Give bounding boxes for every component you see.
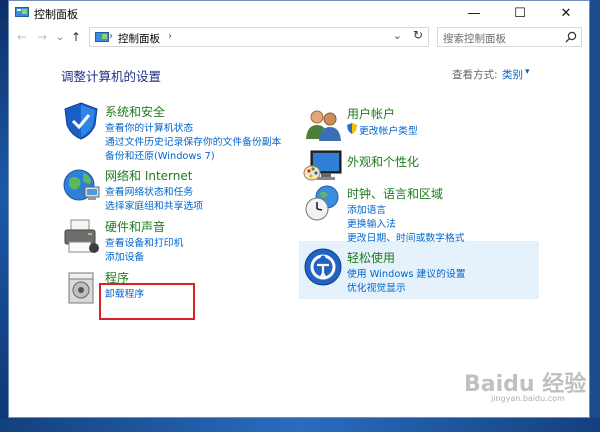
users-icon[interactable]	[303, 105, 343, 145]
back-button[interactable]: ←	[13, 28, 31, 46]
ease-of-access-icon[interactable]	[303, 247, 343, 287]
link-date-time-format[interactable]: 更改日期、时间或数字格式	[347, 230, 465, 244]
navigation-bar: ← → ⌄ ↑ › 控制面板 › ⌄ ↻ 搜索控制面板	[9, 25, 589, 49]
network-globe-icon[interactable]	[61, 165, 101, 205]
printer-icon[interactable]	[61, 216, 101, 256]
minimize-button[interactable]: —	[451, 1, 497, 25]
up-button[interactable]: ↑	[67, 28, 85, 46]
breadcrumb-control-panel[interactable]: 控制面板	[118, 31, 160, 46]
watermark-url: jingyan.baidu.com	[491, 394, 565, 403]
category-title[interactable]: 外观和个性化	[347, 153, 419, 170]
annotation-highlight-box	[99, 283, 195, 320]
window-title: 控制面板	[34, 8, 78, 21]
link-change-input-method[interactable]: 更换输入法	[347, 216, 396, 230]
breadcrumb-separator: ›	[109, 31, 113, 42]
forward-arrow-icon: →	[36, 30, 48, 44]
link-change-account-type[interactable]: 更改帐户类型	[359, 123, 418, 137]
link-devices-printers[interactable]: 查看设备和打印机	[105, 235, 183, 249]
link-backup-restore[interactable]: 备份和还原(Windows 7)	[105, 148, 215, 162]
view-by-dropdown[interactable]: 类别	[502, 67, 523, 82]
category-title[interactable]: 硬件和声音	[105, 218, 165, 235]
control-panel-small-icon	[95, 32, 109, 42]
shield-icon[interactable]	[61, 101, 101, 141]
desktop-background-bottom	[0, 418, 600, 432]
maximize-icon: ☐	[514, 5, 526, 21]
chevron-down-icon: ⌄	[55, 31, 65, 43]
link-file-history-backup[interactable]: 通过文件历史记录保存你的文件备份副本	[105, 134, 281, 148]
back-arrow-icon: ←	[16, 30, 28, 44]
category-title[interactable]: 网络和 Internet	[105, 167, 192, 184]
maximize-button[interactable]: ☐	[497, 1, 543, 25]
category-title[interactable]: 用户帐户	[347, 105, 395, 122]
address-dropdown-icon[interactable]: ⌄	[393, 29, 402, 42]
clock-globe-icon[interactable]	[303, 183, 343, 223]
desktop-background-left	[0, 0, 8, 432]
link-add-device[interactable]: 添加设备	[105, 249, 144, 263]
address-bar[interactable]: › 控制面板 › ⌄	[89, 27, 429, 47]
forward-button[interactable]: →	[33, 28, 51, 46]
close-button[interactable]: ✕	[543, 1, 589, 25]
category-title[interactable]: 轻松使用	[347, 249, 395, 266]
search-input[interactable]: 搜索控制面板	[443, 31, 506, 46]
view-by-label: 查看方式:	[452, 69, 498, 81]
refresh-button[interactable]: ↻	[413, 28, 423, 42]
link-optimize-visual-display[interactable]: 优化视觉显示	[347, 280, 406, 294]
search-box[interactable]: 搜索控制面板	[437, 27, 582, 47]
up-arrow-icon: ↑	[70, 30, 82, 44]
link-windows-recommended-settings[interactable]: 使用 Windows 建议的设置	[347, 266, 466, 280]
category-title[interactable]: 系统和安全	[105, 103, 165, 120]
title-bar[interactable]: 控制面板 — ☐ ✕	[9, 1, 589, 25]
programs-icon[interactable]	[61, 267, 101, 307]
control-panel-app-icon	[15, 7, 29, 17]
link-view-computer-status[interactable]: 查看你的计算机状态	[105, 120, 193, 134]
search-icon	[565, 31, 577, 43]
close-icon: ✕	[560, 5, 572, 21]
link-network-status[interactable]: 查看网络状态和任务	[105, 184, 193, 198]
monitor-palette-icon[interactable]	[303, 147, 343, 187]
uac-shield-icon	[347, 123, 357, 134]
minimize-icon: —	[467, 5, 481, 21]
page-title: 调整计算机的设置	[61, 69, 162, 84]
category-title[interactable]: 时钟、语言和区域	[347, 185, 443, 202]
link-homegroup-sharing[interactable]: 选择家庭组和共享选项	[105, 198, 203, 212]
control-panel-window: 控制面板 — ☐ ✕ ← → ⌄ ↑ › 控制面板 › ⌄ ↻ 搜索控制面板 调…	[8, 0, 590, 418]
breadcrumb-separator-end[interactable]: ›	[168, 31, 172, 42]
view-by-caret-icon[interactable]: ▾	[525, 67, 530, 77]
link-add-language[interactable]: 添加语言	[347, 202, 386, 216]
